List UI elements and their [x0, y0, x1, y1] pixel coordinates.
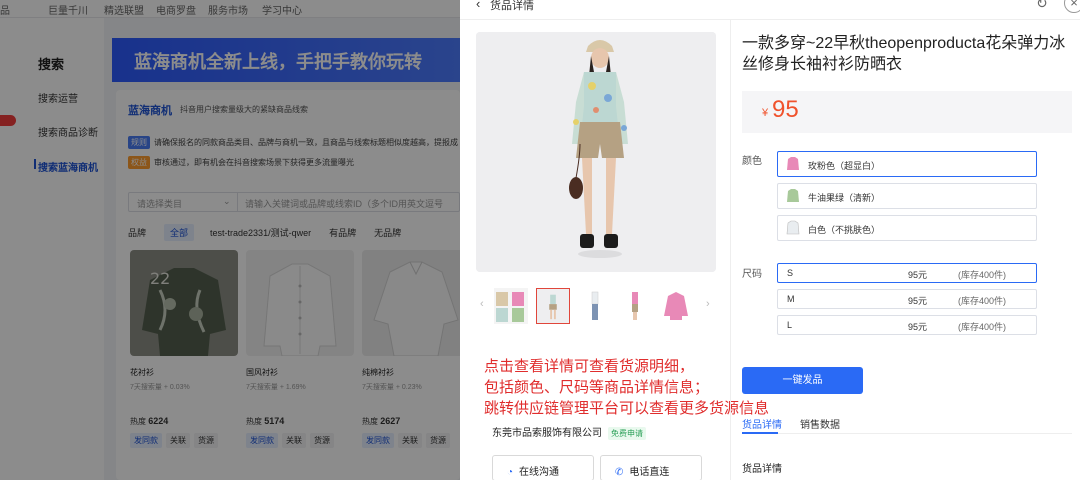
- shirt-swatch-icon: [787, 189, 799, 202]
- tab-sales-data[interactable]: 销售数据: [800, 416, 840, 431]
- refresh-icon[interactable]: ↻: [1036, 0, 1048, 12]
- size-stock: (库存400件): [958, 322, 1007, 332]
- active-tab-indicator: [742, 432, 778, 434]
- size-price: 95元: [908, 270, 928, 280]
- price-box: ¥ 95: [742, 91, 1072, 133]
- phone-icon: ✆: [615, 467, 624, 478]
- size-option[interactable]: S 95元 (库存400件): [777, 263, 1037, 283]
- thumbnail-image-selected[interactable]: [536, 288, 570, 324]
- size-price: 95元: [908, 296, 928, 306]
- shirt-swatch-icon: [786, 220, 800, 235]
- color-option-label: 玫粉色（超显白）: [808, 161, 881, 171]
- color-option[interactable]: 牛油果绿（清新）: [777, 183, 1037, 209]
- size-option[interactable]: M 95元 (库存400件): [777, 289, 1037, 309]
- phone-call-button[interactable]: ✆ 电话直连: [600, 455, 702, 480]
- supplier-info: 东莞市品索服饰有限公司 免费申请: [492, 424, 646, 440]
- color-option[interactable]: 白色（不挑肤色）: [777, 215, 1037, 241]
- chevron-left-icon[interactable]: ‹: [476, 0, 480, 11]
- drawer-title: 货品详情: [490, 0, 534, 12]
- product-title: 一款多穿~22早秋theopenproducta花朵弹力冰丝修身长袖衬衫防晒衣: [742, 35, 1066, 73]
- annotation-line: 包括颜色、尺码等商品详情信息；: [484, 379, 710, 396]
- tab-product-detail[interactable]: 货品详情: [742, 416, 782, 431]
- size-name: L: [787, 320, 793, 330]
- one-click-publish-button[interactable]: 一键发品: [742, 367, 863, 394]
- column-divider: [730, 20, 731, 480]
- price-value: 95: [772, 96, 799, 123]
- close-icon[interactable]: ×: [1064, 0, 1080, 13]
- size-label: 尺码: [742, 269, 762, 280]
- color-label: 颜色: [742, 156, 762, 167]
- online-chat-button[interactable]: ◔ 在线沟通: [492, 455, 594, 480]
- supplier-name[interactable]: 东莞市品索服饰有限公司: [492, 428, 602, 439]
- section-title: 货品详情: [742, 464, 782, 475]
- detail-tabs: 货品详情 销售数据: [742, 416, 1072, 434]
- annotation-line: 跳转供应链管理平台可以查看更多货源信息: [484, 400, 770, 417]
- size-stock: (库存400件): [958, 270, 1007, 280]
- chevron-right-icon[interactable]: ›: [706, 298, 710, 310]
- thumbnail-image[interactable]: [494, 288, 528, 324]
- size-stock: (库存400件): [958, 296, 1007, 306]
- online-chat-label: 在线沟通: [519, 467, 560, 478]
- phone-call-label: 电话直连: [629, 467, 670, 478]
- size-option[interactable]: L 95元 (库存400件): [777, 315, 1037, 335]
- supplier-tag: 免费申请: [608, 427, 646, 440]
- currency-symbol: ¥: [762, 107, 769, 119]
- shirt-swatch-icon: [787, 157, 799, 170]
- annotation-line: 点击查看详情可查看货源明细，: [484, 358, 695, 375]
- thumbnail-image[interactable]: [618, 288, 652, 324]
- chat-icon: ◔: [507, 467, 514, 478]
- instruction-annotation: 点击查看详情可查看货源明细， 包括颜色、尺码等商品详情信息； 跳转供应链管理平台…: [484, 356, 769, 419]
- thumbnail-image[interactable]: [660, 288, 694, 324]
- modal-overlay[interactable]: [0, 0, 460, 480]
- thumbnail-image[interactable]: [578, 288, 612, 324]
- chevron-left-icon[interactable]: ‹: [480, 298, 484, 310]
- color-option-label: 白色（不挑肤色）: [808, 225, 881, 235]
- drawer-header: ‹ 货品详情 ↻ ×: [460, 0, 1080, 20]
- thumbnail-strip: ‹ ›: [476, 288, 716, 324]
- size-price: 95元: [908, 322, 928, 332]
- product-main-image[interactable]: [476, 32, 716, 272]
- color-option-label: 牛油果绿（清新）: [808, 193, 881, 203]
- size-name: S: [787, 268, 794, 278]
- product-detail-drawer: ‹ 货品详情 ↻ × ‹ › 点击查看详情可查看货源明细， 包括颜色、尺码等商品…: [460, 0, 1080, 480]
- color-option[interactable]: 玫粉色（超显白）: [777, 151, 1037, 177]
- size-name: M: [787, 294, 795, 304]
